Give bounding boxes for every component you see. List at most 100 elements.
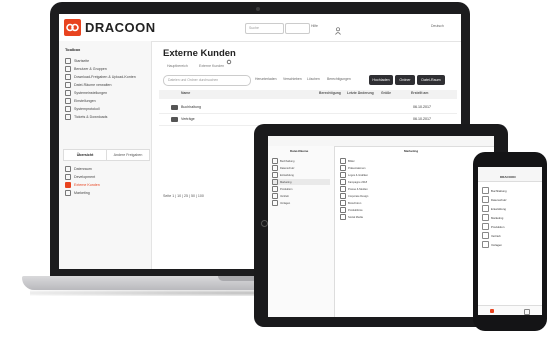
home-button[interactable] xyxy=(261,220,268,227)
list-item[interactable]: Presse & Medien xyxy=(340,186,368,192)
sidebar-item-settings[interactable]: Einstellungen xyxy=(65,98,96,104)
row-name: Buchhaltung xyxy=(181,105,201,109)
phone-screen: DRACOON Buchhaltung Datenschutz Entwickl… xyxy=(478,167,542,315)
list-item[interactable]: Vertrieb xyxy=(482,232,501,239)
list-item[interactable]: Buchhaltung xyxy=(272,158,294,164)
move-button[interactable]: Verschieben xyxy=(283,77,302,81)
phone-tab-bar xyxy=(478,305,542,315)
room-icon xyxy=(65,174,71,180)
upload-button[interactable]: Hochladen xyxy=(369,75,393,85)
breadcrumb-item[interactable]: Externe Kunden xyxy=(199,64,224,68)
room-item[interactable]: Datenraum xyxy=(65,166,92,172)
filter-select[interactable] xyxy=(285,23,310,34)
room-icon xyxy=(65,182,71,188)
sidebar-item-log[interactable]: Systemprotokoll xyxy=(65,106,100,112)
room-icon xyxy=(272,158,278,164)
list-item[interactable]: Marketing xyxy=(482,214,503,221)
list-item[interactable]: Datenschutz xyxy=(272,165,294,171)
col-name[interactable]: Name xyxy=(181,91,190,95)
user-icon[interactable] xyxy=(335,22,341,35)
language-link[interactable]: Deutsch xyxy=(431,24,444,28)
list-item[interactable]: Datenschutz xyxy=(482,196,507,203)
room-item[interactable]: Marketing xyxy=(65,190,90,196)
file-icon xyxy=(340,207,346,213)
gear-icon xyxy=(65,98,71,104)
list-item[interactable]: Vorlagen xyxy=(272,200,290,206)
room-icon xyxy=(65,190,71,196)
file-icon xyxy=(340,200,346,206)
tab-other-shares[interactable]: Andere Freigaben xyxy=(106,149,150,161)
table-row[interactable]: Buchhaltung 06.10.2017 xyxy=(159,102,457,114)
list-item[interactable]: Produktion xyxy=(482,223,504,230)
list-item[interactable]: Logos & Grafiken xyxy=(340,172,368,178)
home-icon xyxy=(65,58,71,64)
download-button[interactable]: Herunterladen xyxy=(255,77,277,81)
room-icon xyxy=(482,241,489,248)
settings-tab-icon[interactable] xyxy=(524,309,530,315)
list-item[interactable]: Produktfotos xyxy=(340,207,363,213)
top-bar: DRACOON Suche Hilfe Deutsch xyxy=(59,14,461,42)
file-icon xyxy=(340,165,346,171)
sidebar-item-home[interactable]: Startseite xyxy=(65,58,89,64)
room-icon xyxy=(482,196,489,203)
sidebar-item-tickets[interactable]: Tickets & Downloads xyxy=(65,114,107,120)
permissions-button[interactable]: Berechtigungen xyxy=(327,77,351,81)
pagination[interactable]: Seite 1 | 10 | 25 | 50 | 100 xyxy=(163,194,204,198)
tablet-sidebar: Datei-Räume Buchhaltung Datenschutz Entw… xyxy=(268,146,335,317)
breadcrumb-item[interactable]: Hauptbereich xyxy=(167,64,188,68)
list-item[interactable]: Broschüren xyxy=(340,200,361,206)
list-item[interactable]: Präsentationen xyxy=(340,165,365,171)
list-item[interactable]: Kampagne 2018 xyxy=(340,179,367,185)
list-item[interactable]: Vertrieb xyxy=(272,193,289,199)
table-header: Name Berechtigung Letzte Änderung Größe … xyxy=(159,90,457,99)
file-filter-input[interactable]: Dateien und Ordner durchsuchen xyxy=(163,75,251,86)
list-item[interactable]: Vorlagen xyxy=(482,241,502,248)
list-item[interactable]: Bilder xyxy=(340,158,355,164)
col-modified[interactable]: Letzte Änderung xyxy=(347,91,374,95)
tablet-screen: Datei-Räume Buchhaltung Datenschutz Entw… xyxy=(268,136,494,317)
help-link[interactable]: Hilfe xyxy=(311,24,318,28)
sidebar-item-shares[interactable]: Download-Freigaben & Upload-Konten xyxy=(65,74,136,80)
rooms-tab-icon[interactable] xyxy=(490,309,494,313)
sidebar-item-users[interactable]: Benutzer & Gruppen xyxy=(65,66,107,72)
sidebar-item-rooms[interactable]: Datei-Räume verwalten xyxy=(65,82,112,88)
col-size[interactable]: Größe xyxy=(381,91,391,95)
new-folder-button[interactable]: Ordner xyxy=(395,75,415,85)
room-item[interactable]: Development xyxy=(65,174,95,180)
folder-icon xyxy=(171,105,178,110)
file-icon xyxy=(340,186,346,192)
new-room-button[interactable]: Datei-Raum xyxy=(417,75,445,85)
list-item[interactable]: Produktion xyxy=(272,186,292,192)
tablet-left-title: Datei-Räume xyxy=(290,149,309,153)
room-icon xyxy=(482,205,489,212)
file-icon xyxy=(340,193,346,199)
ticket-icon xyxy=(65,114,71,120)
list-item[interactable]: Buchhaltung xyxy=(482,187,507,194)
row-date: 06.10.2017 xyxy=(413,105,431,109)
phone-title: DRACOON xyxy=(500,175,516,179)
list-item[interactable]: Entwicklung xyxy=(482,205,506,212)
room-icon xyxy=(482,187,489,194)
delete-button[interactable]: Löschen xyxy=(307,77,320,81)
room-icon xyxy=(272,165,278,171)
room-icon xyxy=(482,232,489,239)
room-icon xyxy=(272,193,278,199)
list-item-active[interactable]: Marketing xyxy=(272,179,330,185)
room-icon xyxy=(65,166,71,172)
room-icon xyxy=(272,172,278,178)
file-icon xyxy=(340,179,346,185)
sidebar-item-system[interactable]: Systemeinstellungen xyxy=(65,90,107,96)
room-icon xyxy=(272,186,278,192)
list-item[interactable]: Corporate Design xyxy=(340,193,368,199)
col-created[interactable]: Erstellt am xyxy=(411,91,428,95)
system-icon xyxy=(65,90,71,96)
list-item[interactable]: Entwicklung xyxy=(272,172,294,178)
gear-icon[interactable] xyxy=(226,52,232,65)
page-title: Externe Kunden xyxy=(163,48,236,59)
col-permission[interactable]: Berechtigung xyxy=(319,91,341,95)
room-item-active[interactable]: Externe Kunden xyxy=(65,182,100,188)
tab-overview[interactable]: Übersicht xyxy=(63,149,107,161)
share-icon xyxy=(65,74,71,80)
list-item[interactable]: Social Media xyxy=(340,214,363,220)
search-input[interactable]: Suche xyxy=(245,23,284,34)
